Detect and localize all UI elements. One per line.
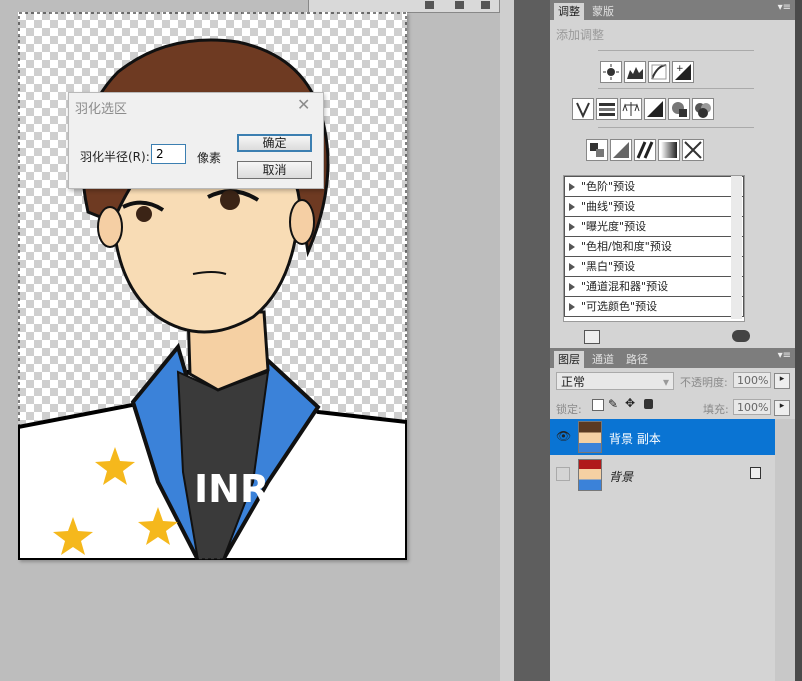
expand-triangle-icon[interactable]	[569, 243, 575, 251]
fill-arrow-icon[interactable]: ▸	[774, 400, 790, 416]
lock-all-icon[interactable]	[644, 399, 653, 409]
tab-paths[interactable]: 路径	[622, 351, 652, 368]
feather-radius-label: 羽化半径(R):	[80, 150, 150, 164]
layers-tabbar: 图层 通道 路径 ▾≡	[550, 348, 795, 368]
lock-transparent-icon[interactable]	[592, 399, 604, 411]
expand-triangle-icon[interactable]	[569, 183, 575, 191]
svg-text:+: +	[676, 64, 684, 74]
panel-dock-gap	[514, 0, 550, 681]
layer-row-background[interactable]: 背景	[550, 457, 775, 493]
preset-channel-mixer[interactable]: "通道混和器"预设	[564, 277, 744, 297]
opacity-label: 不透明度:	[680, 376, 728, 389]
right-eye	[220, 190, 240, 210]
cancel-button[interactable]: 取消	[237, 161, 312, 179]
adjustment-icons-row-3	[586, 139, 704, 161]
black-white-icon[interactable]	[644, 98, 666, 120]
presets-scrollbar[interactable]	[731, 176, 742, 319]
preset-hue-saturation[interactable]: "色相/饱和度"预设	[564, 237, 744, 257]
tab-channels[interactable]: 通道	[588, 351, 618, 368]
view-previous-icon[interactable]	[732, 330, 750, 342]
tab-adjustments[interactable]: 调整	[554, 3, 584, 20]
tab-layers[interactable]: 图层	[554, 351, 584, 368]
levels-icon[interactable]	[624, 61, 646, 83]
expand-triangle-icon[interactable]	[569, 303, 575, 311]
adjustments-heading: 添加调整	[556, 28, 605, 42]
layers-scrollbar[interactable]	[775, 419, 795, 681]
selective-color-icon[interactable]	[682, 139, 704, 161]
chevron-down-icon: ▾	[662, 375, 669, 389]
hand-icon[interactable]	[481, 1, 490, 9]
opacity-arrow-icon[interactable]: ▸	[774, 373, 790, 389]
dialog-title: 羽化选区	[75, 102, 128, 117]
right-panel-dock: 调整 蒙版 ▾≡ 添加调整 + "色阶"预设 "曲线"预设 "曝光度"预设 "色…	[550, 0, 795, 681]
layer-name: 背景	[609, 470, 634, 484]
shirt-text: INR	[194, 467, 269, 511]
curves-icon[interactable]	[648, 61, 670, 83]
layer-row-background-copy[interactable]: 👁 背景 副本	[550, 419, 775, 455]
expand-triangle-icon[interactable]	[569, 223, 575, 231]
layer-thumbnail	[578, 421, 602, 453]
exposure-icon[interactable]: +	[672, 61, 694, 83]
dock-edge	[795, 0, 802, 681]
fill-field[interactable]: 100%	[733, 399, 771, 415]
fill-label: 填充:	[703, 403, 729, 416]
vibrance-icon[interactable]	[572, 98, 594, 120]
presets-list: "色阶"预设 "曲线"预设 "曝光度"预设 "色相/饱和度"预设 "黑白"预设 …	[563, 175, 745, 322]
gradient-map-icon[interactable]	[658, 139, 680, 161]
close-icon[interactable]: ✕	[297, 95, 310, 114]
tab-masks[interactable]: 蒙版	[588, 3, 618, 20]
posterize-icon[interactable]	[610, 139, 632, 161]
channel-mixer-icon[interactable]	[692, 98, 714, 120]
eye-icon[interactable]: 👁	[556, 429, 571, 443]
preset-black-white[interactable]: "黑白"预设	[564, 257, 744, 277]
unit-label: 像素	[197, 151, 222, 165]
preset-selective-color[interactable]: "可选颜色"预设	[564, 297, 744, 317]
expand-triangle-icon[interactable]	[569, 263, 575, 271]
preset-curves[interactable]: "曲线"预设	[564, 197, 744, 217]
lock-move-icon[interactable]: ✥	[625, 396, 635, 410]
lock-paint-icon[interactable]: ✎	[608, 397, 618, 411]
brightness-icon[interactable]	[600, 61, 622, 83]
preset-exposure[interactable]: "曝光度"预设	[564, 217, 744, 237]
color-balance-icon[interactable]	[620, 98, 642, 120]
photo-filter-icon[interactable]	[668, 98, 690, 120]
opacity-field[interactable]: 100%	[733, 372, 771, 388]
layer-thumbnail	[578, 459, 602, 491]
lock-icon	[750, 467, 761, 479]
layer-name: 背景 副本	[609, 432, 661, 446]
panel-divider[interactable]	[500, 0, 514, 681]
threshold-icon[interactable]	[634, 139, 656, 161]
adjustment-icons-row-2	[572, 98, 714, 120]
visibility-toggle-empty[interactable]	[556, 467, 570, 481]
ok-button[interactable]: 确定	[237, 134, 312, 152]
left-eye	[136, 206, 152, 222]
feather-radius-input[interactable]	[151, 144, 186, 164]
adjustment-icons-row-1: +	[600, 61, 694, 83]
feather-selection-dialog: 羽化选区 ✕ 羽化半径(R): 像素 确定 取消	[68, 92, 324, 189]
clip-to-layer-icon[interactable]	[584, 330, 600, 344]
adjustments-tabbar: 调整 蒙版 ▾≡	[550, 0, 795, 20]
layers-menu-icon[interactable]: ▾≡	[778, 350, 791, 361]
expand-triangle-icon[interactable]	[569, 203, 575, 211]
preset-levels[interactable]: "色阶"预设	[564, 176, 744, 197]
panel-menu-icon[interactable]: ▾≡	[778, 2, 791, 13]
blend-mode-select[interactable]: 正常 ▾	[556, 372, 674, 390]
lock-label: 锁定:	[556, 403, 582, 416]
arrange-icon[interactable]	[455, 1, 464, 9]
invert-icon[interactable]	[586, 139, 608, 161]
hue-saturation-icon[interactable]	[596, 98, 618, 120]
screen-mode-icon[interactable]	[425, 1, 434, 9]
expand-triangle-icon[interactable]	[569, 283, 575, 291]
